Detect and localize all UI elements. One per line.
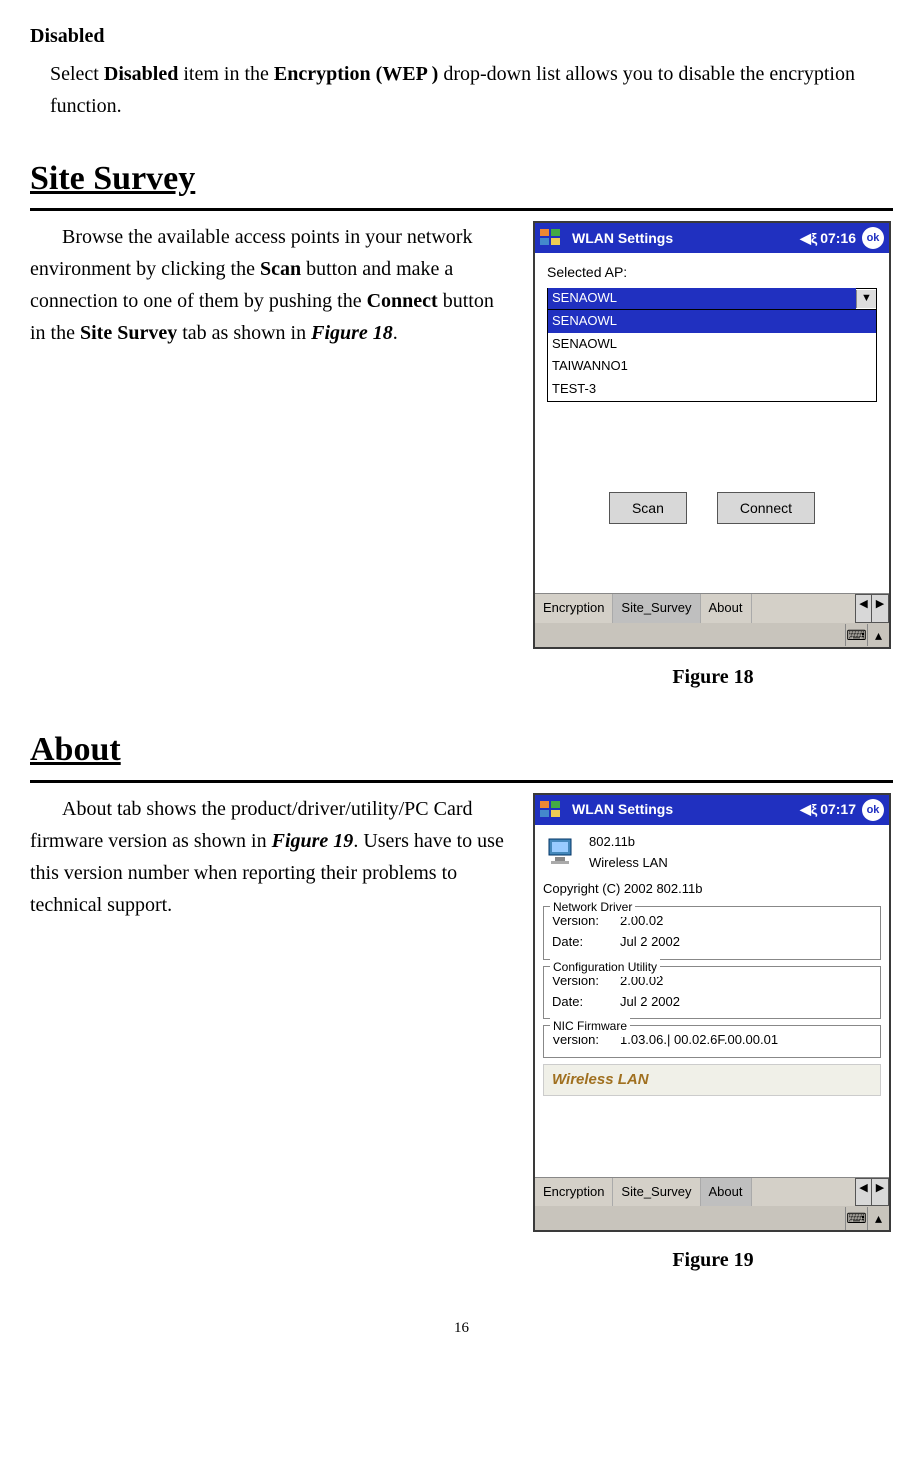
- list-item[interactable]: SENAOWL: [548, 333, 876, 356]
- tab-scroll: ◀ ▶: [855, 1178, 889, 1207]
- text: tab as shown in: [177, 322, 311, 344]
- figure-19-caption: Figure 19: [533, 1244, 893, 1276]
- product-line1: 802.11b: [589, 832, 668, 853]
- ok-button[interactable]: ok: [862, 227, 884, 249]
- text: Select: [50, 63, 104, 85]
- keyboard-icon[interactable]: ⌨: [845, 1207, 867, 1229]
- clock[interactable]: ◀ξ07:16: [800, 227, 856, 249]
- tab-about[interactable]: About: [701, 1178, 752, 1207]
- figure-18-caption: Figure 18: [533, 661, 893, 693]
- site-survey-paragraph: Browse the available access points in yo…: [30, 221, 513, 349]
- tab-site-survey[interactable]: Site_Survey: [613, 1178, 700, 1207]
- page-number: 16: [30, 1316, 893, 1340]
- tab-bar: Encryption Site_Survey About ◀ ▶: [535, 593, 889, 623]
- bottom-bar: ⌨ ▴: [535, 623, 889, 647]
- window-title: WLAN Settings: [572, 227, 800, 249]
- bold: Scan: [260, 258, 301, 280]
- speaker-icon: ◀ξ: [800, 798, 817, 820]
- list-item[interactable]: TEST-3: [548, 378, 876, 401]
- pda-titlebar: WLAN Settings ◀ξ07:16 ok: [535, 223, 889, 253]
- bold: Disabled: [104, 63, 178, 85]
- italic: Figure 18: [311, 322, 393, 344]
- ap-combobox[interactable]: SENAOWL ▼: [547, 288, 877, 310]
- group-title: NIC Firmware: [550, 1017, 630, 1036]
- copyright-text: Copyright (C) 2002 802.11b: [543, 879, 881, 900]
- scroll-right-icon[interactable]: ▶: [872, 595, 888, 622]
- about-heading: About: [30, 723, 893, 782]
- scan-button[interactable]: Scan: [609, 492, 687, 524]
- italic: Figure 19: [272, 830, 354, 852]
- scroll-left-icon[interactable]: ◀: [856, 595, 872, 622]
- network-driver-group: Network Driver Version:2.00.02 Date:Jul …: [543, 906, 881, 960]
- up-arrow-icon[interactable]: ▴: [867, 624, 889, 646]
- bold: Encryption (WEP ): [274, 63, 438, 85]
- figure-19-screenshot: WLAN Settings ◀ξ07:17 ok 802.11b Wireles…: [533, 793, 891, 1233]
- up-arrow-icon[interactable]: ▴: [867, 1207, 889, 1229]
- text: item in the: [178, 63, 274, 85]
- tab-scroll: ◀ ▶: [855, 594, 889, 623]
- text: .: [393, 322, 398, 344]
- time-text: 07:16: [820, 227, 856, 249]
- tab-encryption[interactable]: Encryption: [535, 1178, 613, 1207]
- tab-bar: Encryption Site_Survey About ◀ ▶: [535, 1177, 889, 1207]
- config-utility-group: Configuration Utility Version:2.00.02 Da…: [543, 966, 881, 1020]
- tab-site-survey[interactable]: Site_Survey: [613, 594, 700, 623]
- product-line2: Wireless LAN: [589, 853, 668, 874]
- bold: Connect: [367, 290, 438, 312]
- list-item[interactable]: SENAOWL: [548, 310, 876, 333]
- bold: Site Survey: [80, 322, 177, 344]
- figure-18-screenshot: WLAN Settings ◀ξ07:16 ok Selected AP: SE…: [533, 221, 891, 649]
- group-title: Network Driver: [550, 898, 635, 917]
- chevron-down-icon[interactable]: ▼: [856, 290, 876, 308]
- bottom-bar: ⌨ ▴: [535, 1206, 889, 1230]
- list-item[interactable]: TAIWANNO1: [548, 355, 876, 378]
- about-paragraph: About tab shows the product/driver/utili…: [30, 793, 513, 921]
- speaker-icon: ◀ξ: [800, 227, 817, 249]
- connect-button[interactable]: Connect: [717, 492, 815, 524]
- ap-dropdown-list: SENAOWL SENAOWL TAIWANNO1 TEST-3: [547, 310, 877, 402]
- site-survey-heading: Site Survey: [30, 152, 893, 211]
- scroll-left-icon[interactable]: ◀: [856, 1179, 872, 1206]
- windows-flag-icon[interactable]: [540, 226, 564, 250]
- value: 1.03.06.| 00.02.6F.00.00.01: [620, 1030, 778, 1051]
- label: Date:: [552, 932, 620, 953]
- tab-encryption[interactable]: Encryption: [535, 594, 613, 623]
- selected-ap-label: Selected AP:: [547, 261, 877, 283]
- wireless-lan-brand: Wireless LAN: [543, 1064, 881, 1096]
- value: Jul 2 2002: [620, 932, 680, 953]
- tab-about[interactable]: About: [701, 594, 752, 623]
- monitor-icon: [543, 831, 579, 876]
- keyboard-icon[interactable]: ⌨: [845, 624, 867, 646]
- clock[interactable]: ◀ξ07:17: [800, 798, 856, 820]
- windows-flag-icon[interactable]: [540, 798, 564, 822]
- label: Date:: [552, 992, 620, 1013]
- pda-titlebar: WLAN Settings ◀ξ07:17 ok: [535, 795, 889, 825]
- disabled-paragraph: Select Disabled item in the Encryption (…: [30, 58, 893, 122]
- window-title: WLAN Settings: [572, 798, 800, 820]
- nic-firmware-group: NIC Firmware Version:1.03.06.| 00.02.6F.…: [543, 1025, 881, 1058]
- time-text: 07:17: [820, 798, 856, 820]
- ok-button[interactable]: ok: [862, 799, 884, 821]
- disabled-title: Disabled: [30, 20, 893, 52]
- group-title: Configuration Utility: [550, 958, 660, 977]
- combo-value: SENAOWL: [548, 288, 856, 309]
- value: Jul 2 2002: [620, 992, 680, 1013]
- scroll-right-icon[interactable]: ▶: [872, 1179, 888, 1206]
